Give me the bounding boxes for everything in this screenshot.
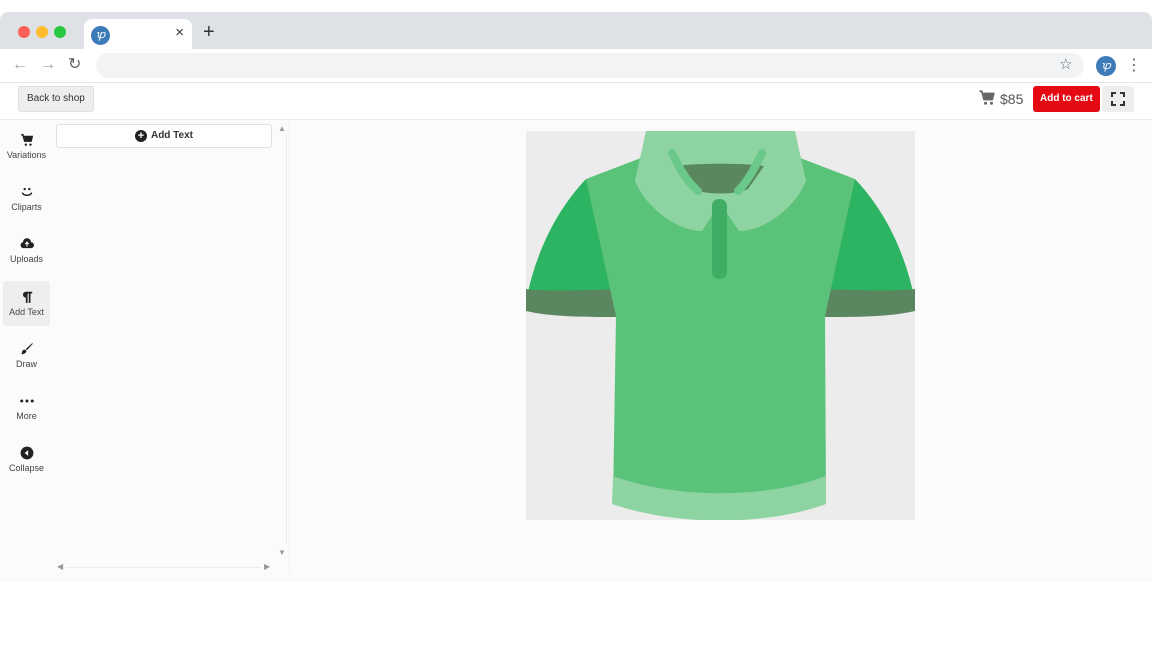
maximize-window-button[interactable] [54,26,66,38]
bookmark-star-icon[interactable]: ☆ [1059,55,1072,73]
site-logo-icon: ꝕ [91,26,110,45]
sidebar-item-add-text[interactable]: Add Text [3,281,50,326]
close-window-button[interactable] [18,26,30,38]
sidebar-item-label: Cliparts [11,202,42,212]
add-to-cart-button[interactable]: Add to cart [1033,86,1100,112]
brush-icon [20,343,33,355]
sidebar-item-variations[interactable]: Variations [3,124,50,169]
minimize-window-button[interactable] [36,26,48,38]
new-tab-button[interactable]: + [203,22,215,42]
placket [712,199,727,279]
add-text-label: Add Text [150,130,194,141]
tool-sidebar: Variations Cliparts Uploads Add Text Dra… [0,120,52,580]
vertical-scrollbar-track[interactable] [286,134,287,544]
sidebar-item-label: More [16,411,37,421]
fullscreen-button[interactable] [1102,86,1134,112]
fullscreen-icon [1111,92,1125,106]
scroll-left-arrow-icon[interactable]: ◀ [57,562,63,571]
horizontal-scrollbar-track[interactable] [66,567,261,568]
smile-icon [21,187,32,196]
cart-icon[interactable] [978,89,996,107]
cart-total-price: $85 [1000,91,1024,107]
sidebar-item-label: Uploads [9,254,44,264]
add-text-button[interactable]: + Add Text [56,124,272,148]
sidebar-item-more[interactable]: More [3,385,50,430]
plus-circle-icon: + [134,130,147,142]
polo-shirt-image[interactable] [526,131,915,521]
scroll-right-arrow-icon[interactable]: ▶ [264,562,270,571]
cloud-upload-icon [20,238,34,249]
sidebar-item-label: Add Text [9,307,44,317]
collapse-icon [20,446,33,460]
design-canvas[interactable] [526,131,915,521]
text-panel: + Add Text ▲ ▼ ◀ ▶ [52,120,290,572]
scroll-up-arrow-icon[interactable]: ▲ [278,124,286,133]
reload-icon[interactable]: ↻ [68,55,81,75]
app-header: Back to shop $85 Add to cart [0,83,1152,120]
browser-toolbar: ← → ↻ ☆ ꝕ ⋮ [0,49,1152,83]
back-arrow-icon[interactable]: ← [12,55,28,75]
browser-tab[interactable]: ꝕ × [84,19,192,49]
sidebar-item-label: Collapse [8,463,45,473]
forward-arrow-icon[interactable]: → [40,55,56,75]
sidebar-item-label: Draw [15,359,37,369]
scroll-down-arrow-icon[interactable]: ▼ [278,548,286,557]
sidebar-item-draw[interactable]: Draw [3,333,50,378]
sidebar-item-label: Variations [6,150,47,160]
cart-icon [20,134,33,146]
profile-avatar[interactable]: ꝕ [1096,56,1116,76]
paragraph-icon [22,291,32,303]
close-tab-icon[interactable]: × [175,24,184,41]
browser-menu-icon[interactable]: ⋮ [1126,55,1142,75]
tab-strip: ꝕ × + [0,12,1152,49]
back-to-shop-button[interactable]: Back to shop [18,86,94,112]
sidebar-item-uploads[interactable]: Uploads [3,228,50,273]
sidebar-item-cliparts[interactable]: Cliparts [3,176,50,221]
browser-window: ꝕ × + ← → ↻ ☆ ꝕ ⋮ Back to shop $85 Add t… [0,12,1152,582]
left-cuff [526,289,618,317]
ellipsis-icon [19,399,34,403]
address-bar[interactable] [96,53,1084,78]
right-cuff [823,289,915,317]
sidebar-item-collapse[interactable]: Collapse [3,437,50,482]
